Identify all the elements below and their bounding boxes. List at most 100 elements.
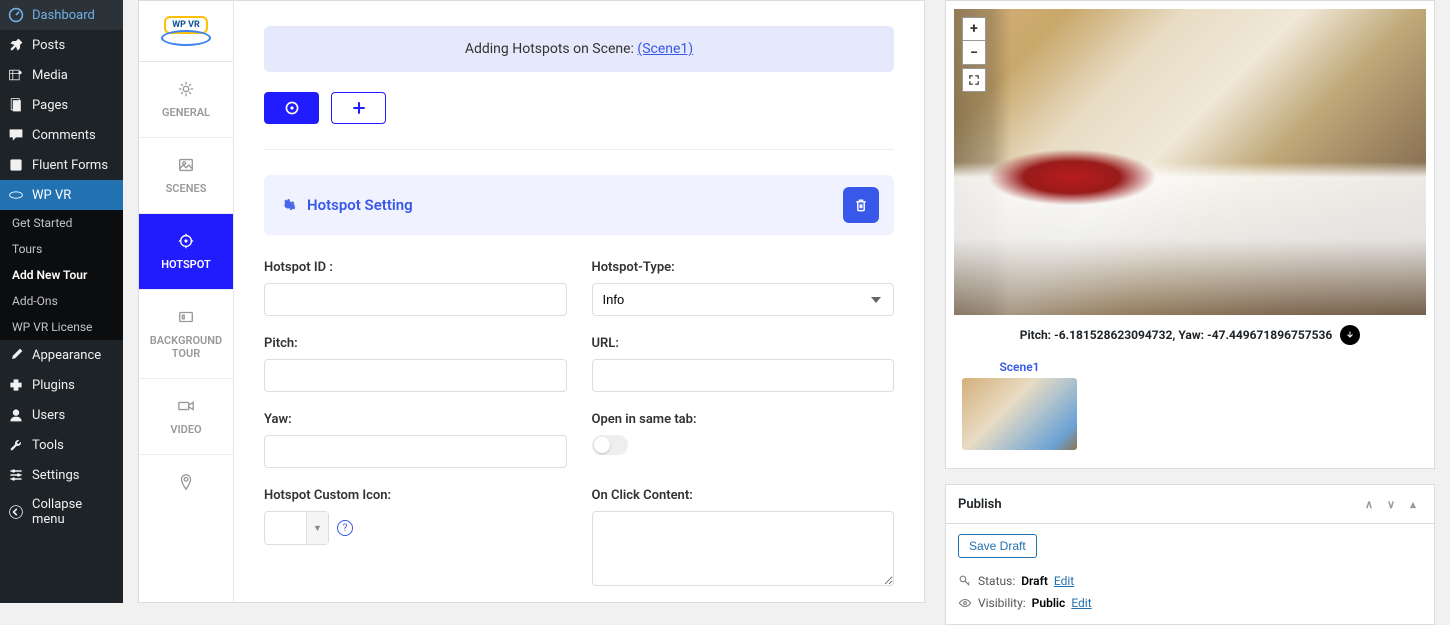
hotspot-nav-buttons xyxy=(264,92,894,150)
menu-tools[interactable]: Tools xyxy=(0,430,123,460)
arrow-down-icon xyxy=(1345,330,1355,340)
submenu-get-started[interactable]: Get Started xyxy=(0,210,123,236)
gear-icon xyxy=(279,196,297,214)
pin-icon xyxy=(177,473,195,491)
label-hotspot-type: Hotspot-Type: xyxy=(592,260,895,275)
label-pitch: Pitch: xyxy=(264,336,567,351)
trash-icon xyxy=(853,197,869,213)
select-hotspot-type[interactable]: Info xyxy=(592,283,895,316)
menu-appearance[interactable]: Appearance xyxy=(0,340,123,370)
wpvr-submenu: Get Started Tours Add New Tour Add-Ons W… xyxy=(0,210,123,340)
coords-text: Pitch: -6.181528623094732, Yaw: -47.4496… xyxy=(1020,328,1333,342)
save-draft-button[interactable]: Save Draft xyxy=(958,534,1037,558)
tab-label: SCENES xyxy=(166,182,207,195)
pages-icon xyxy=(8,97,24,113)
apply-coords-button[interactable] xyxy=(1340,325,1360,345)
scene-thumbnail[interactable] xyxy=(962,378,1077,450)
label-yaw: Yaw: xyxy=(264,412,567,427)
add-hotspot-button[interactable] xyxy=(331,92,386,124)
zoom-out-button[interactable]: − xyxy=(962,41,986,65)
tab-label: GENERAL xyxy=(162,106,210,119)
preview-controls: + − xyxy=(962,17,986,92)
plugin-icon xyxy=(8,377,24,393)
video-icon xyxy=(177,397,195,415)
menu-label: Comments xyxy=(32,128,96,143)
menu-label: Posts xyxy=(32,38,65,53)
submenu-addons[interactable]: Add-Ons xyxy=(0,288,123,314)
brush-icon xyxy=(8,347,24,363)
publish-title: Publish xyxy=(958,497,1002,512)
menu-collapse[interactable]: Collapse menu xyxy=(0,490,123,534)
menu-media[interactable]: Media xyxy=(0,60,123,90)
tab-hotspot[interactable]: HOTSPOT xyxy=(139,214,233,290)
menu-label: Media xyxy=(32,68,68,83)
menu-label: Users xyxy=(32,408,65,423)
panel-toggle-button[interactable]: ▴ xyxy=(1404,495,1422,513)
input-pitch[interactable] xyxy=(264,359,567,392)
settings-icon xyxy=(8,467,24,483)
tab-general[interactable]: GENERAL xyxy=(139,62,233,138)
menu-posts[interactable]: Posts xyxy=(0,30,123,60)
menu-comments[interactable]: Comments xyxy=(0,120,123,150)
vertical-tabs: WP VR GENERAL SCENES HOTSPOT xyxy=(139,1,234,602)
toggle-open-same-tab[interactable] xyxy=(592,435,628,455)
input-yaw[interactable] xyxy=(264,435,567,468)
input-url[interactable] xyxy=(592,359,895,392)
eye-icon xyxy=(958,596,972,610)
publish-body: Save Draft Status: Draft Edit Visibility… xyxy=(946,524,1434,624)
menu-users[interactable]: Users xyxy=(0,400,123,430)
input-hotspot-id[interactable] xyxy=(264,283,567,316)
menu-plugins[interactable]: Plugins xyxy=(0,370,123,400)
menu-fluent-forms[interactable]: Fluent Forms xyxy=(0,150,123,180)
status-row: Status: Draft Edit xyxy=(958,570,1422,592)
delete-hotspot-button[interactable] xyxy=(843,187,879,223)
target-dot-icon xyxy=(284,100,300,116)
textarea-on-click[interactable] xyxy=(592,511,895,586)
device-icon xyxy=(177,308,195,326)
edit-status-link[interactable]: Edit xyxy=(1054,574,1074,588)
collapse-icon xyxy=(8,504,24,520)
wpvr-ring-icon xyxy=(161,30,211,46)
field-hotspot-type: Hotspot-Type: Info xyxy=(592,260,895,316)
label-url: URL: xyxy=(592,336,895,351)
tab-location[interactable] xyxy=(139,455,233,509)
scene-link[interactable]: (Scene1) xyxy=(637,41,693,57)
wrench-icon xyxy=(8,437,24,453)
field-hotspot-id: Hotspot ID : xyxy=(264,260,567,316)
comment-icon xyxy=(8,127,24,143)
menu-settings[interactable]: Settings xyxy=(0,460,123,490)
section-header: Hotspot Setting xyxy=(264,175,894,235)
panel-down-button[interactable]: ∨ xyxy=(1382,495,1400,513)
submenu-add-new-tour[interactable]: Add New Tour xyxy=(0,262,123,288)
user-icon xyxy=(8,407,24,423)
image-icon xyxy=(177,156,195,174)
scene-thumbnails: Scene1 xyxy=(954,355,1426,460)
fullscreen-button[interactable] xyxy=(962,68,986,92)
target-icon xyxy=(177,232,195,250)
menu-wpvr[interactable]: WP VR xyxy=(0,180,123,210)
zoom-in-button[interactable]: + xyxy=(962,17,986,41)
current-hotspot-button[interactable] xyxy=(264,92,319,124)
menu-label: Tools xyxy=(32,438,64,453)
key-icon xyxy=(958,574,972,588)
field-yaw: Yaw: xyxy=(264,412,567,468)
icon-picker[interactable]: ▼ xyxy=(264,511,329,545)
dashboard-icon xyxy=(8,7,24,23)
edit-visibility-link[interactable]: Edit xyxy=(1071,596,1091,610)
menu-dashboard[interactable]: Dashboard xyxy=(0,0,123,30)
submenu-license[interactable]: WP VR License xyxy=(0,314,123,340)
panorama-preview[interactable]: + − xyxy=(954,9,1426,315)
preview-coords: Pitch: -6.181528623094732, Yaw: -47.4496… xyxy=(954,315,1426,355)
menu-pages[interactable]: Pages xyxy=(0,90,123,120)
menu-label: Pages xyxy=(32,98,68,113)
menu-label: Plugins xyxy=(32,378,75,393)
tab-background-tour[interactable]: BACKGROUND TOUR xyxy=(139,290,233,379)
submenu-tours[interactable]: Tours xyxy=(0,236,123,262)
panel-up-button[interactable]: ∧ xyxy=(1360,495,1378,513)
tab-scenes[interactable]: SCENES xyxy=(139,138,233,214)
menu-label: Fluent Forms xyxy=(32,158,108,173)
info-icon[interactable]: ? xyxy=(337,520,353,536)
tab-video[interactable]: VIDEO xyxy=(139,379,233,455)
editor-content: Adding Hotspots on Scene: (Scene1) Hotsp… xyxy=(234,1,924,602)
publish-metabox: Publish ∧ ∨ ▴ Save Draft Status: Draft E… xyxy=(945,484,1435,625)
